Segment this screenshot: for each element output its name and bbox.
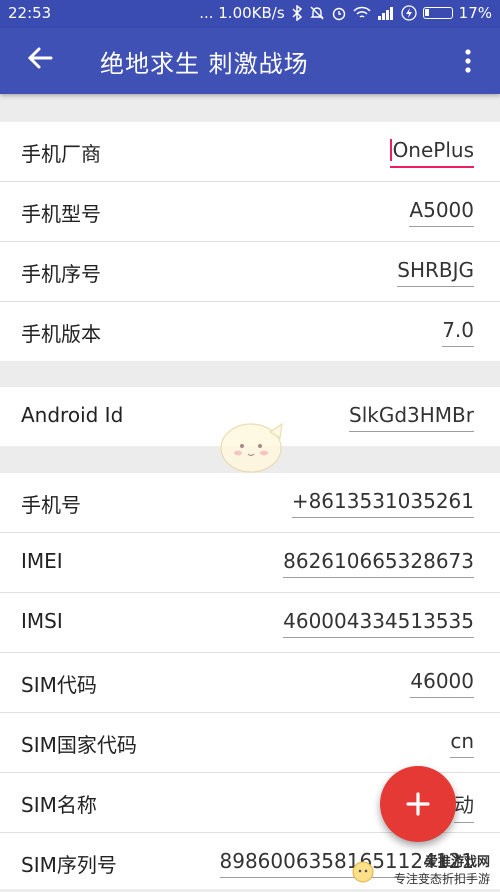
list-item: 手机号 +8613531035261 <box>0 473 500 533</box>
manufacturer-field[interactable]: OnePlus <box>389 138 474 168</box>
network-speed: ... 1.00KB/s <box>199 4 285 22</box>
bluetooth-icon <box>292 5 302 21</box>
list-item: IMSI 460004334513535 <box>0 593 500 653</box>
model-field[interactable]: A5000 <box>409 198 474 227</box>
arrow-back-icon[interactable] <box>24 42 56 74</box>
field-label: 手机号 <box>21 493 81 517</box>
charging-icon <box>401 5 417 21</box>
field-label: 手机序号 <box>21 262 101 286</box>
wifi-icon <box>353 6 371 18</box>
sim-code-field[interactable]: 46000 <box>410 669 474 698</box>
status-bar: 22:53 ... 1.00KB/s 17% <box>0 0 500 28</box>
plus-icon <box>406 792 430 816</box>
imei-field[interactable]: 862610665328673 <box>283 549 474 578</box>
list-item: 手机版本 7.0 <box>0 302 500 361</box>
serial-field[interactable]: SHRBJG <box>397 258 474 287</box>
app-bar: 绝地求生 刺激战场 <box>0 28 500 94</box>
add-button[interactable] <box>380 766 456 842</box>
list-item: 手机厂商 OnePlus <box>0 122 500 182</box>
list-item: 手机序号 SHRBJG <box>0 242 500 302</box>
more-vert-icon[interactable] <box>456 48 480 74</box>
alarm-icon <box>332 7 345 21</box>
field-label: SIM代码 <box>21 673 97 697</box>
phone-number-field[interactable]: +8613531035261 <box>291 489 474 518</box>
status-time: 22:53 <box>8 4 52 22</box>
page-title: 绝地求生 刺激战场 <box>100 50 309 78</box>
field-label: 手机厂商 <box>21 142 101 166</box>
sim-name-field[interactable]: 动 <box>454 789 474 823</box>
field-label: IMEI <box>21 549 63 573</box>
list-item: 手机型号 A5000 <box>0 182 500 242</box>
android-id-field[interactable]: SlkGd3HMBr <box>349 403 474 432</box>
text-cursor <box>389 139 392 161</box>
field-label: SIM国家代码 <box>21 733 137 757</box>
field-label: SIM序列号 <box>21 853 117 877</box>
field-label: 手机型号 <box>21 202 101 226</box>
field-label: SIM名称 <box>21 793 97 817</box>
field-label: 手机版本 <box>21 322 101 346</box>
site-name: 爱推游戏网 <box>424 855 490 870</box>
list-item: IMEI 862610665328673 <box>0 533 500 593</box>
sim-country-code-field[interactable]: cn <box>450 729 474 758</box>
list-item: SIM国家代码 cn <box>0 713 500 773</box>
list-item: SIM代码 46000 <box>0 653 500 713</box>
battery-icon <box>422 7 453 19</box>
mascot-watermark <box>220 422 283 473</box>
mute-bell-icon <box>309 6 324 20</box>
battery-percent: 17% <box>458 4 492 22</box>
site-logo-icon <box>352 861 374 883</box>
signal-icon <box>377 7 393 20</box>
imsi-field[interactable]: 460004334513535 <box>283 609 474 638</box>
version-field[interactable]: 7.0 <box>442 318 474 347</box>
field-value: OnePlus <box>392 138 474 162</box>
device-info-group: 手机厂商 OnePlus 手机型号 A5000 手机序号 SHRBJG 手机版本… <box>0 122 500 361</box>
site-watermark: 爱推游戏网 专注变态折扣手游 <box>394 855 490 887</box>
field-label: IMSI <box>21 609 63 633</box>
status-icons: ... 1.00KB/s 17% <box>199 4 492 22</box>
site-slogan: 专注变态折扣手游 <box>393 872 490 886</box>
field-label: Android Id <box>21 403 124 427</box>
